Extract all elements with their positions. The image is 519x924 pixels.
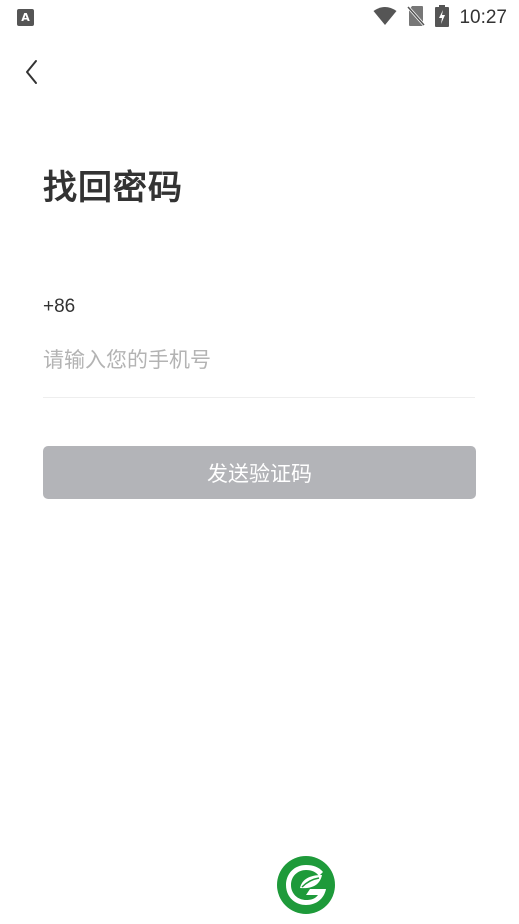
leaf-logo-icon <box>277 856 335 914</box>
back-button[interactable] <box>14 54 50 90</box>
wifi-icon <box>373 6 397 30</box>
battery-charging-icon <box>435 5 450 31</box>
input-divider <box>43 397 475 398</box>
chevron-left-icon <box>26 60 37 84</box>
forgot-password-screen: A 10:27 找回密码 +86 请输入您的手机号 发送验证码 <box>0 0 519 924</box>
phone-number-input[interactable] <box>43 340 475 380</box>
status-right-group: 10:27 <box>373 4 507 32</box>
country-code-selector[interactable]: +86 <box>43 296 75 318</box>
notification-a-icon: A <box>17 9 34 26</box>
status-time: 10:27 <box>459 7 507 28</box>
page-title: 找回密码 <box>43 168 183 208</box>
send-code-button[interactable]: 发送验证码 <box>43 446 476 499</box>
status-bar: A 10:27 <box>0 0 519 36</box>
no-sim-icon <box>407 5 426 31</box>
